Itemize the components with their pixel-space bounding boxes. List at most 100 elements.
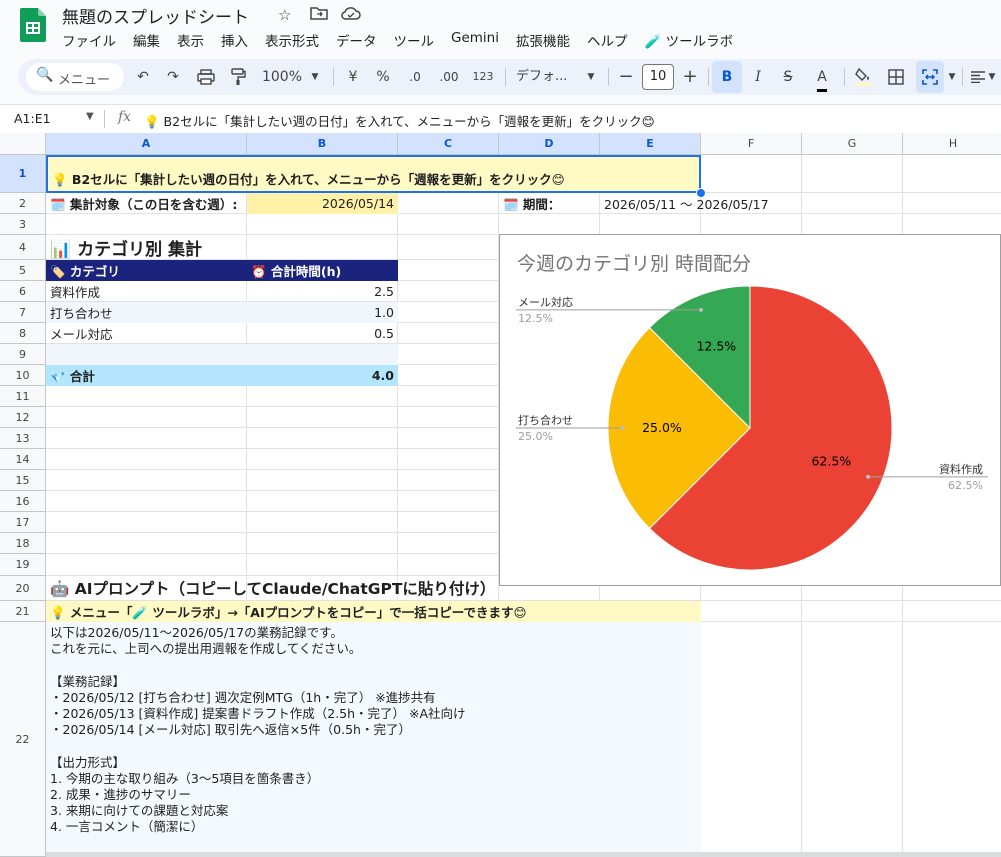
row-header[interactable]: 6 bbox=[0, 281, 46, 302]
cloud-saved-icon[interactable] bbox=[341, 6, 361, 24]
table-row-category[interactable]: メール対応 bbox=[46, 323, 247, 344]
menu-view[interactable]: 表示 bbox=[177, 30, 204, 50]
target-date-cell[interactable]: 2026/05/14 bbox=[247, 193, 398, 214]
table-row-category[interactable]: 打ち合わせ bbox=[46, 302, 247, 323]
menu-extensions[interactable]: 拡張機能 bbox=[516, 30, 570, 50]
strikethrough-button[interactable]: S bbox=[776, 59, 800, 95]
table-row-empty[interactable] bbox=[46, 344, 398, 365]
column-header[interactable]: F bbox=[701, 133, 802, 155]
menu-data[interactable]: データ bbox=[336, 30, 377, 50]
total-value[interactable]: 4.0 bbox=[247, 365, 398, 386]
total-label[interactable]: 💎 合計 bbox=[46, 365, 247, 386]
row-header[interactable]: 21 bbox=[0, 601, 46, 622]
undo-icon[interactable]: ↶ bbox=[132, 59, 154, 95]
instruction-banner[interactable]: 💡 B2セルに「集計したい週の日付」を入れて、メニューから「週報を更新」をクリッ… bbox=[46, 155, 701, 193]
increase-decimal-button[interactable]: .00 bbox=[434, 59, 464, 95]
menu-gemini[interactable]: Gemini bbox=[451, 30, 499, 50]
row-header[interactable]: 3 bbox=[0, 214, 46, 235]
target-date-label[interactable]: 🗓️ 集計対象（この日を含む週）: bbox=[46, 193, 251, 214]
fill-color-icon[interactable] bbox=[852, 59, 876, 95]
italic-button[interactable]: I bbox=[746, 59, 770, 95]
star-icon[interactable]: ☆ bbox=[278, 6, 291, 24]
column-header[interactable]: H bbox=[903, 133, 1001, 155]
bold-button[interactable]: B bbox=[712, 61, 742, 93]
row-header[interactable]: 7 bbox=[0, 302, 46, 323]
ai-prompt-cell[interactable]: 以下は2026/05/11〜2026/05/17の業務記録です。 これを元に、上司… bbox=[46, 622, 701, 857]
row-header[interactable]: 8 bbox=[0, 323, 46, 344]
column-header[interactable]: B bbox=[247, 133, 398, 155]
column-header[interactable]: A bbox=[46, 133, 247, 155]
column-header[interactable]: G bbox=[802, 133, 903, 155]
legend-pct: 25.0% bbox=[518, 430, 553, 443]
zoom-select[interactable]: 100% bbox=[260, 59, 304, 95]
row-header[interactable]: 4 bbox=[0, 235, 46, 260]
sheet-grid[interactable]: ABCDEFGH 1 2 3 4 5 6 7 8 9 10 11 12 13 14 15 16 17 18 19 20… bbox=[0, 133, 1001, 857]
row-header[interactable]: 18 bbox=[0, 533, 46, 554]
table-row-hours[interactable]: 1.0 bbox=[247, 302, 398, 323]
menu-insert[interactable]: 挿入 bbox=[221, 30, 248, 50]
align-caret-icon[interactable]: ▼ bbox=[986, 59, 998, 95]
percent-format-button[interactable]: % bbox=[374, 59, 392, 95]
borders-icon[interactable] bbox=[884, 59, 908, 95]
period-value[interactable]: 2026/05/11 〜 2026/05/17 bbox=[600, 193, 800, 214]
category-summary-heading[interactable]: 📊 カテゴリ別 集計 bbox=[46, 235, 398, 260]
column-header[interactable]: C bbox=[398, 133, 499, 155]
menu-format[interactable]: 表示形式 bbox=[265, 30, 319, 50]
font-size-decrease-button[interactable]: − bbox=[616, 59, 636, 95]
row-header[interactable]: 11 bbox=[0, 386, 46, 407]
table-header-category[interactable]: 🏷️ カテゴリ bbox=[46, 260, 247, 281]
menu-search-box[interactable]: 🔍 メニュー bbox=[26, 63, 124, 91]
select-all-corner[interactable] bbox=[0, 133, 46, 155]
menu-help[interactable]: ヘルプ bbox=[587, 30, 628, 50]
font-family-select[interactable]: デフォ... bbox=[516, 59, 580, 95]
table-header-hours[interactable]: ⏰ 合計時間(h) bbox=[247, 260, 398, 281]
merge-cells-icon[interactable] bbox=[916, 61, 944, 93]
move-folder-icon[interactable] bbox=[310, 6, 328, 24]
row-header[interactable]: 10 bbox=[0, 365, 46, 386]
redo-icon[interactable]: ↷ bbox=[162, 59, 184, 95]
name-box[interactable]: A1:E1 bbox=[14, 111, 51, 126]
row-header[interactable]: 14 bbox=[0, 449, 46, 470]
menu-edit[interactable]: 編集 bbox=[133, 30, 160, 50]
row-header[interactable]: 19 bbox=[0, 554, 46, 576]
menu-toollab[interactable]: 🧪 ツールラボ bbox=[644, 30, 733, 50]
row-header[interactable]: 13 bbox=[0, 428, 46, 449]
print-icon[interactable] bbox=[194, 59, 218, 95]
row-header[interactable]: 15 bbox=[0, 470, 46, 491]
table-row-hours[interactable]: 2.5 bbox=[247, 281, 398, 302]
decrease-decimal-button[interactable]: .0 bbox=[402, 59, 428, 95]
period-label[interactable]: 🗓️ 期間： bbox=[499, 193, 600, 214]
sheets-logo-icon[interactable] bbox=[20, 8, 46, 42]
row-header[interactable]: 12 bbox=[0, 407, 46, 428]
column-header[interactable]: E bbox=[600, 133, 701, 155]
zoom-caret-icon[interactable]: ▼ bbox=[308, 59, 322, 95]
number-format-button[interactable]: 123 bbox=[470, 59, 496, 95]
table-row-hours[interactable]: 0.5 bbox=[247, 323, 398, 344]
font-size-input[interactable]: 10 bbox=[642, 64, 674, 90]
row-header[interactable]: 5 bbox=[0, 260, 46, 281]
row-header[interactable]: 1 bbox=[0, 155, 46, 193]
row-header[interactable]: 17 bbox=[0, 512, 46, 533]
document-title[interactable]: 無題のスプレッドシート bbox=[62, 3, 249, 28]
row-header[interactable]: 22 bbox=[0, 622, 46, 857]
menu-tools[interactable]: ツール bbox=[394, 30, 435, 50]
table-row-category[interactable]: 資料作成 bbox=[46, 281, 247, 302]
pie-chart[interactable]: 今週のカテゴリ別 時間配分 62.5% 資料作成 62.5% 25.0% 打ち合わせ 25… bbox=[499, 234, 1001, 586]
menu-file[interactable]: ファイル bbox=[62, 30, 116, 50]
horizontal-scrollbar[interactable] bbox=[46, 852, 1001, 857]
row-header[interactable]: 20 bbox=[0, 576, 46, 601]
row-header[interactable]: 9 bbox=[0, 344, 46, 365]
text-color-button[interactable]: A bbox=[810, 59, 834, 95]
merge-caret-icon[interactable]: ▼ bbox=[946, 59, 958, 95]
paint-format-icon[interactable] bbox=[226, 59, 250, 95]
copy-hint-banner[interactable]: 💡 メニュー「🧪 ツールラボ」→「AIプロンプトをコピー」で一括コピーできます😊 bbox=[46, 601, 701, 622]
font-size-increase-button[interactable]: + bbox=[680, 59, 700, 95]
column-header[interactable]: D bbox=[499, 133, 600, 155]
name-box-caret-icon[interactable]: ▼ bbox=[86, 111, 94, 122]
formula-input[interactable]: 💡 B2セルに「集計したい週の日付」を入れて、メニューから「週報を更新」をクリッ… bbox=[144, 111, 655, 130]
row-header[interactable]: 2 bbox=[0, 193, 46, 214]
horizontal-align-icon[interactable] bbox=[968, 59, 988, 95]
row-header[interactable]: 16 bbox=[0, 491, 46, 512]
font-caret-icon[interactable]: ▼ bbox=[584, 59, 598, 95]
currency-format-button[interactable]: ¥ bbox=[344, 59, 362, 95]
